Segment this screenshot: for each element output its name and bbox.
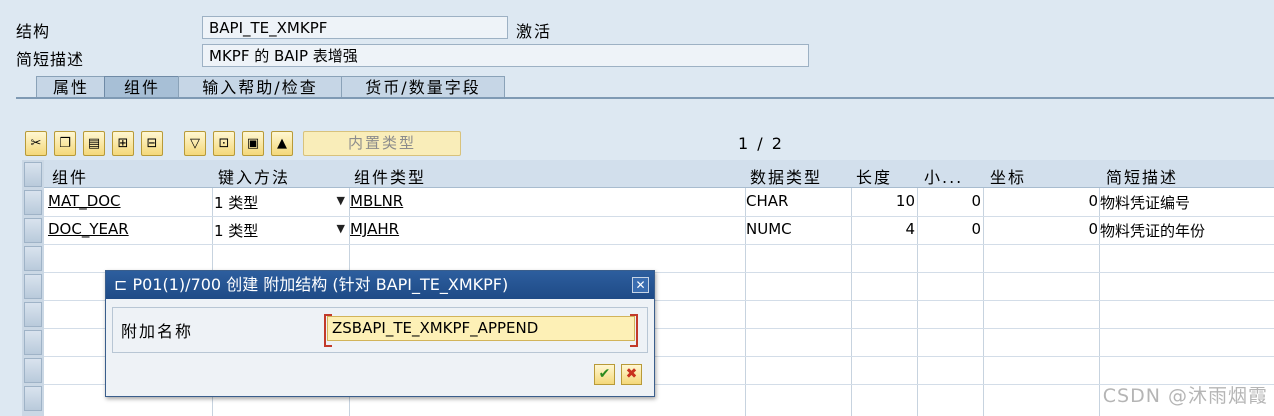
typing-method-dropdown[interactable]: 1 类型 ▼ [212, 216, 349, 244]
table-header: 组件 键入方法 组件类型 数据类型 长度 小... 坐标 简短描述 [44, 160, 1274, 188]
header-decimals[interactable]: 小... [924, 164, 963, 188]
append-name-label: 附加名称 [121, 322, 194, 341]
select-all-cell[interactable] [24, 162, 42, 187]
tree-button[interactable]: ⊡ [213, 131, 235, 156]
typing-method-dropdown[interactable]: 1 类型 ▼ [212, 188, 349, 216]
tree-icon: ⊡ [218, 136, 230, 151]
cell-coordinate[interactable]: 0 [983, 192, 1098, 210]
cell-component[interactable]: DOC_YEAR [48, 220, 129, 238]
create-append-structure-dialog: ⊏ P01(1)/700 创建 附加结构 (针对 BAPI_TE_XMKPF) … [105, 270, 655, 397]
row-selector[interactable] [24, 246, 42, 271]
close-icon: ✕ [635, 278, 646, 292]
move-up-icon: ▲ [277, 136, 287, 151]
cell-typing-method: 1 类型 [214, 222, 259, 240]
dropdown-arrow-icon: ▼ [336, 222, 345, 235]
page-indicator: 1 / 2 [738, 134, 784, 153]
cut-icon: ✂ [30, 136, 42, 151]
confirm-button[interactable]: ✔ [594, 364, 615, 385]
cell-typing-method: 1 类型 [214, 194, 259, 212]
copy-icon: ❐ [59, 136, 71, 151]
cancel-icon: ✖ [625, 366, 638, 382]
paste-icon: ▤ [87, 136, 101, 151]
tab-components[interactable]: 组件 [104, 76, 180, 98]
copy-button[interactable]: ❐ [54, 131, 76, 156]
header-coordinate[interactable]: 坐标 [990, 164, 1026, 188]
dialog-titlebar[interactable]: ⊏ P01(1)/700 创建 附加结构 (针对 BAPI_TE_XMKPF) [106, 271, 654, 299]
row-selector[interactable] [24, 302, 42, 327]
cut-button[interactable]: ✂ [25, 131, 47, 156]
table-row: DOC_YEAR 1 类型 ▼ MJAHR NUMC 4 0 0 物料凭证的年份 [22, 216, 1274, 244]
header-short-description[interactable]: 简短描述 [1106, 164, 1178, 188]
cancel-button[interactable]: ✖ [621, 364, 642, 385]
delete-row-icon: ⊟ [146, 136, 158, 151]
header-length[interactable]: 长度 [856, 164, 892, 188]
cell-component-type[interactable]: MBLNR [350, 192, 403, 210]
insert-row-button[interactable]: ⊞ [112, 131, 134, 156]
cell-component[interactable]: MAT_DOC [48, 192, 121, 210]
detail-icon: ▣ [246, 136, 260, 151]
dialog-title: P01(1)/700 创建 附加结构 (针对 BAPI_TE_XMKPF) [132, 275, 509, 294]
checkmark-icon: ✔ [598, 366, 611, 382]
tab-underline [16, 97, 1274, 99]
watermark: CSDN @沐雨烟霞 [1102, 385, 1268, 407]
row-selector[interactable] [24, 330, 42, 355]
delete-row-button[interactable]: ⊟ [141, 131, 163, 156]
tab-attributes[interactable]: 属性 [36, 76, 106, 98]
tab-currency-quantity[interactable]: 货币/数量字段 [341, 76, 505, 98]
cell-length[interactable]: 4 [851, 220, 915, 238]
cell-component-type[interactable]: MJAHR [350, 220, 399, 238]
status-text: 激活 [516, 22, 553, 41]
window-icon: ⊏ [114, 275, 128, 294]
header-data-type[interactable]: 数据类型 [750, 164, 822, 188]
filter-icon: ▽ [190, 136, 200, 151]
cell-short-description[interactable]: 物料凭证编号 [1100, 192, 1190, 213]
append-name-input[interactable]: ZSBAPI_TE_XMKPF_APPEND [324, 314, 638, 347]
short-desc-label: 简短描述 [16, 50, 85, 69]
row-selector[interactable] [24, 386, 42, 411]
insert-row-icon: ⊞ [117, 136, 129, 151]
builtin-type-button[interactable]: 内置类型 [303, 131, 461, 156]
filter-button[interactable]: ▽ [184, 131, 206, 156]
row-selector[interactable] [24, 274, 42, 299]
header-typing-method[interactable]: 键入方法 [218, 164, 290, 188]
row-selector[interactable] [24, 358, 42, 383]
structure-label: 结构 [16, 22, 51, 41]
cell-decimals[interactable]: 0 [917, 192, 981, 210]
cell-data-type[interactable]: CHAR [746, 192, 788, 210]
structure-name-field[interactable]: BAPI_TE_XMKPF [202, 16, 508, 39]
cell-data-type[interactable]: NUMC [746, 220, 792, 238]
dialog-body: 附加名称 ZSBAPI_TE_XMKPF_APPEND [112, 307, 648, 353]
close-button[interactable]: ✕ [632, 277, 649, 293]
tab-input-help[interactable]: 输入帮助/检查 [178, 76, 342, 98]
paste-button[interactable]: ▤ [83, 131, 105, 156]
move-up-button[interactable]: ▲ [271, 131, 293, 156]
row-line [44, 244, 1274, 245]
cell-length[interactable]: 10 [851, 192, 915, 210]
cell-decimals[interactable]: 0 [917, 220, 981, 238]
table-row: MAT_DOC 1 类型 ▼ MBLNR CHAR 10 0 0 物料凭证编号 [22, 188, 1274, 216]
cell-short-description[interactable]: 物料凭证的年份 [1100, 220, 1205, 241]
cell-coordinate[interactable]: 0 [983, 220, 1098, 238]
header-component[interactable]: 组件 [52, 164, 88, 188]
dropdown-arrow-icon: ▼ [336, 194, 345, 207]
detail-button[interactable]: ▣ [242, 131, 264, 156]
header-component-type[interactable]: 组件类型 [354, 164, 426, 188]
short-desc-field[interactable]: MKPF 的 BAIP 表增强 [202, 44, 809, 67]
